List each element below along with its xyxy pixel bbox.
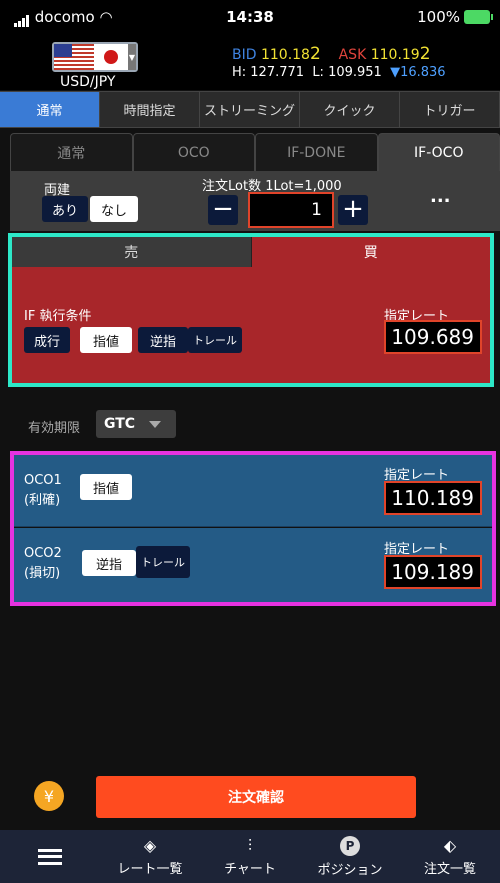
currency-pair-label: USD/JPY: [60, 74, 116, 90]
yen-icon[interactable]: ¥: [34, 781, 64, 811]
nav-chart[interactable]: ⫶ チャート: [200, 830, 300, 883]
tab-normal[interactable]: 通常: [0, 92, 100, 127]
position-icon: P: [340, 835, 360, 856]
jp-flag-icon: [94, 44, 128, 70]
currency-pair-selector[interactable]: ▼: [52, 42, 138, 72]
hedge-yes-button[interactable]: あり: [42, 196, 88, 222]
tab-quick[interactable]: クイック: [300, 92, 400, 127]
if-limit-button[interactable]: 指値: [80, 327, 132, 353]
low-value: L: 109.951: [312, 65, 382, 80]
expiry-row: 有効期限 GTC: [0, 400, 500, 446]
rates-icon: ◈: [143, 835, 157, 855]
order-subtype-tabs: 通常 OCO IF-DONE IF-OCO: [10, 133, 500, 171]
oco2-label: OCO2: [24, 546, 62, 561]
oco2-panel: OCO2 (損切) 逆指 トレール 指定レート 109.189: [14, 528, 492, 602]
chevron-down-icon: [149, 420, 162, 428]
us-flag-icon: [54, 44, 94, 70]
expiry-label: 有効期限: [28, 421, 81, 436]
subtab-oco[interactable]: OCO: [132, 133, 255, 171]
sell-tab[interactable]: 売: [12, 237, 252, 267]
nav-position[interactable]: P ポジション: [300, 830, 400, 883]
hedge-no-button[interactable]: なし: [90, 196, 138, 222]
oco1-label: OCO1: [24, 473, 62, 488]
tab-trigger[interactable]: トリガー: [400, 92, 500, 127]
chevron-down-icon: ▼: [128, 44, 136, 70]
expiry-select[interactable]: GTC: [96, 410, 176, 438]
change-value: ▼16.836: [390, 65, 446, 80]
if-condition-panel: IF 執行条件 成行 指値 逆指 トレール 指定レート 109.689: [12, 267, 490, 383]
rate-header: ▼ USD/JPY BID 110.182 ASK 110.192 H: 127…: [0, 34, 500, 90]
if-market-button[interactable]: 成行: [24, 327, 70, 353]
oco1-panel: OCO1 (利確) 指値 指定レート 110.189: [14, 455, 492, 527]
subtab-normal[interactable]: 通常: [10, 133, 133, 171]
nav-rates[interactable]: ◈ レート一覧: [100, 830, 200, 883]
lot-settings: 両建 あり なし 注文Lot数 1Lot=1,000 − 1 + ...: [10, 171, 500, 231]
lot-decrement-button[interactable]: −: [208, 195, 238, 225]
bid-label: BID: [232, 47, 257, 63]
candlestick-icon: ⫶: [247, 835, 252, 855]
order-confirm-button[interactable]: 注文確認: [96, 776, 416, 818]
side-selector: 売 買: [12, 237, 490, 267]
order-type-tabs: 通常 時間指定 ストリーミング クイック トリガー: [0, 91, 500, 128]
nav-menu[interactable]: [0, 830, 100, 883]
status-bar: docomo ◠ 14:38 100%: [0, 0, 500, 34]
if-trail-button[interactable]: トレール: [188, 327, 242, 353]
ask-value: 110.192: [370, 44, 431, 64]
nav-orders[interactable]: ⬖ 注文一覧: [400, 830, 500, 883]
expiry-value: GTC: [104, 416, 136, 432]
lot-increment-button[interactable]: +: [338, 195, 368, 225]
ask-label: ASK: [338, 47, 367, 63]
oco1-sublabel: (利確): [24, 493, 61, 508]
more-icon[interactable]: ...: [430, 186, 451, 207]
subtab-if-done[interactable]: IF-DONE: [255, 133, 378, 171]
battery-icon: [464, 10, 493, 24]
bid-value: 110.182: [260, 44, 321, 64]
oco1-rate-input[interactable]: 110.189: [384, 481, 482, 515]
oco2-sublabel: (損切): [24, 566, 61, 581]
if-rate-input[interactable]: 109.689: [384, 320, 482, 354]
if-condition-label: IF 執行条件: [24, 309, 92, 324]
high-value: H: 127.771: [232, 65, 305, 80]
oco2-stop-button[interactable]: 逆指: [82, 550, 136, 576]
battery-indicator: 100%: [417, 8, 493, 26]
subtab-if-oco[interactable]: IF-OCO: [377, 133, 500, 171]
if-stop-button[interactable]: 逆指: [138, 327, 188, 353]
oco2-trail-button[interactable]: トレール: [136, 546, 190, 578]
tab-time-specified[interactable]: 時間指定: [100, 92, 200, 127]
high-low-change: H: 127.771 L: 109.951 ▼16.836: [232, 65, 446, 80]
orders-icon: ⬖: [443, 835, 457, 855]
oco2-rate-input[interactable]: 109.189: [384, 555, 482, 589]
bottom-nav: ◈ レート一覧 ⫶ チャート P ポジション ⬖ 注文一覧: [0, 830, 500, 883]
tab-streaming[interactable]: ストリーミング: [200, 92, 300, 127]
oco1-limit-button[interactable]: 指値: [80, 474, 132, 500]
lot-input[interactable]: 1: [248, 192, 334, 228]
buy-tab[interactable]: 買: [251, 237, 490, 267]
hamburger-icon: [38, 848, 62, 865]
bid-ask-quote: BID 110.182 ASK 110.192: [232, 44, 431, 64]
